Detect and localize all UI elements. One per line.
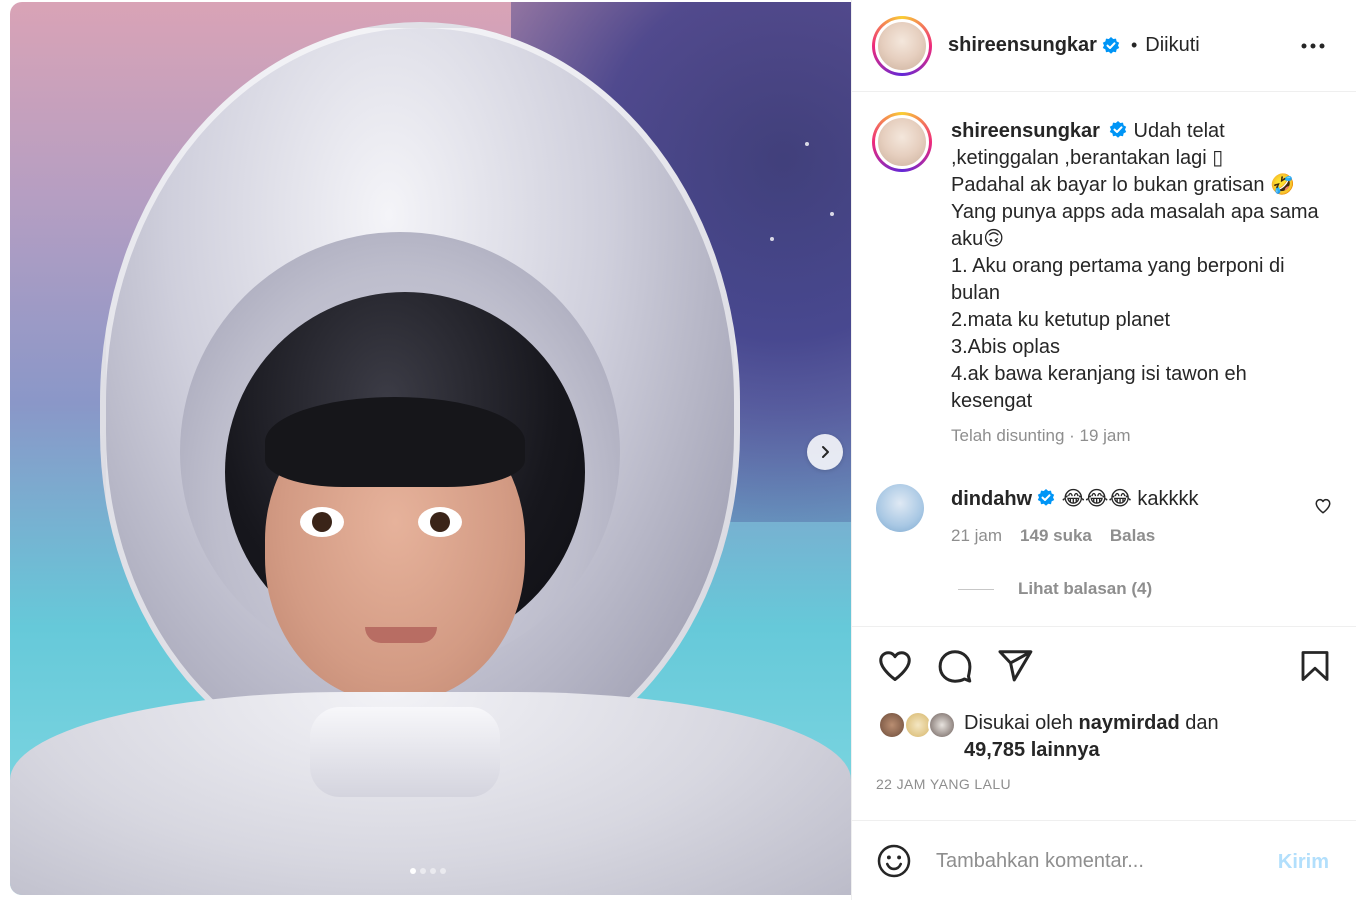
comment-time: 21 jam: [951, 526, 1003, 545]
liker-avatar[interactable]: [928, 711, 956, 739]
verified-badge-icon: [1109, 121, 1127, 138]
commenter-avatar-image: [876, 484, 924, 532]
carousel-indicator: [410, 868, 446, 874]
post-timestamp: 22 JAM YANG LALU: [876, 776, 1012, 792]
post-media[interactable]: [10, 2, 851, 895]
carousel-dot: [430, 868, 436, 874]
post-sidebar: shireensungkar • Diikuti shireensungkar …: [851, 0, 1357, 900]
caption-text: Udah telat ,ketinggalan ,berantakan lagi…: [951, 120, 1319, 412]
commenter-avatar[interactable]: [876, 484, 924, 532]
carousel-next-button[interactable]: [807, 434, 843, 470]
likes-and: dan: [1185, 712, 1219, 734]
header-line: shireensungkar • Diikuti: [948, 34, 1200, 57]
mouth: [365, 627, 437, 643]
share-icon[interactable]: [996, 647, 1034, 685]
suit-collar: [310, 707, 500, 797]
carousel-dot: [410, 868, 416, 874]
comment-meta: 21 jam 149 suka Balas: [951, 526, 1155, 546]
post-caption: shireensungkar Udah telat ,ketinggalan ,…: [951, 118, 1321, 415]
comment-input[interactable]: [936, 845, 1256, 877]
actions-divider: [852, 626, 1357, 627]
likes-summary: Disukai oleh naymirdad dan 49,785 lainny…: [964, 710, 1219, 764]
star: [770, 237, 774, 241]
right-eye: [418, 507, 462, 537]
comment-reply-button[interactable]: Balas: [1110, 526, 1155, 546]
emoji-icon[interactable]: [876, 843, 912, 879]
follow-separator: •: [1130, 35, 1138, 55]
caption-author-avatar-image: [875, 115, 929, 169]
comment-icon[interactable]: [936, 647, 974, 685]
post-comment-button[interactable]: Kirim: [1278, 851, 1329, 874]
verified-badge-icon: [1037, 489, 1055, 506]
comment: dindahw 😂😂😂 kakkkk: [951, 486, 1321, 511]
author-username[interactable]: shireensungkar: [948, 34, 1097, 57]
likes-others[interactable]: 49,785 lainnya: [964, 739, 1100, 761]
view-replies-button[interactable]: Lihat balasan (4): [958, 579, 1152, 599]
replies-line: [958, 588, 994, 590]
comment-username[interactable]: dindahw: [951, 488, 1032, 510]
avatar-hair: [265, 397, 525, 487]
author-avatar-image: [875, 19, 929, 73]
comment-text: 😂😂😂 kakkkk: [1061, 488, 1199, 510]
comment-like-icon[interactable]: [1314, 497, 1332, 515]
comment-box: Kirim: [852, 820, 1357, 900]
frame-edge: [0, 0, 10, 900]
caption-username[interactable]: shireensungkar: [951, 120, 1100, 142]
author-avatar[interactable]: [872, 16, 932, 76]
more-icon[interactable]: [1299, 36, 1327, 56]
bookmark-icon[interactable]: [1297, 647, 1333, 685]
heart-icon[interactable]: [876, 647, 914, 685]
chevron-right-icon: [822, 446, 829, 458]
left-eye: [300, 507, 344, 537]
follow-status-button[interactable]: Diikuti: [1145, 34, 1199, 57]
caption-author-avatar[interactable]: [872, 112, 932, 172]
frame-edge: [1356, 0, 1364, 900]
likes-user[interactable]: naymirdad: [1079, 712, 1180, 734]
star: [830, 212, 834, 216]
verified-badge-icon: [1102, 36, 1120, 54]
carousel-dot: [440, 868, 446, 874]
view-replies-label: Lihat balasan (4): [1018, 579, 1153, 598]
post-header: shireensungkar • Diikuti: [852, 0, 1357, 92]
carousel-dot: [420, 868, 426, 874]
liker-avatar[interactable]: [878, 711, 906, 739]
star: [805, 142, 809, 146]
comment-likes[interactable]: 149 suka: [1020, 526, 1092, 546]
likes-prefix: Disukai oleh: [964, 712, 1073, 734]
caption-edited-meta: Telah disunting · 19 jam: [951, 426, 1131, 445]
